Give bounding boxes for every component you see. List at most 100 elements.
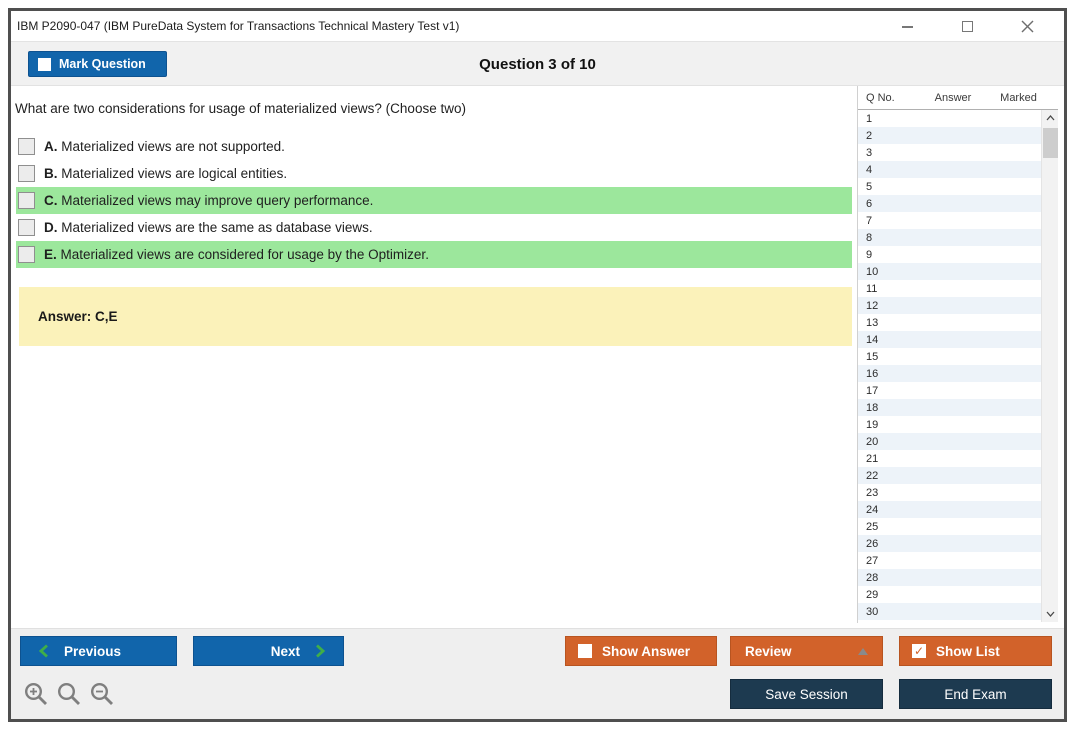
mark-question-button[interactable]: Mark Question	[28, 51, 167, 77]
question-list-row[interactable]: 4	[858, 161, 1041, 178]
zoom-out-icon[interactable]	[89, 681, 115, 707]
row-question-number: 9	[858, 249, 913, 261]
show-answer-button[interactable]: Show Answer	[565, 636, 717, 666]
question-list-body: 1234567891011121314151617181920212223242…	[858, 110, 1058, 622]
question-list-scrollbar[interactable]	[1041, 110, 1058, 622]
chevron-up-icon	[1046, 115, 1055, 121]
end-exam-button[interactable]: End Exam	[899, 679, 1052, 709]
answer-option-b[interactable]: B. Materialized views are logical entiti…	[16, 160, 852, 187]
show-answer-label: Show Answer	[602, 644, 690, 659]
save-session-label: Save Session	[765, 687, 848, 702]
row-question-number: 29	[858, 589, 913, 601]
scrollbar-thumb[interactable]	[1043, 128, 1058, 158]
question-list-row[interactable]: 16	[858, 365, 1041, 382]
row-question-number: 18	[858, 402, 913, 414]
question-list-row[interactable]: 13	[858, 314, 1041, 331]
row-question-number: 6	[858, 198, 913, 210]
column-header-answer: Answer	[913, 92, 993, 104]
question-list-row[interactable]: 8	[858, 229, 1041, 246]
answer-option-d[interactable]: D. Materialized views are the same as da…	[16, 214, 852, 241]
mark-question-checkbox[interactable]	[38, 58, 51, 71]
close-icon	[1021, 20, 1034, 33]
row-question-number: 16	[858, 368, 913, 380]
question-list-row[interactable]: 25	[858, 518, 1041, 535]
row-question-number: 10	[858, 266, 913, 278]
question-list-row[interactable]: 20	[858, 433, 1041, 450]
row-question-number: 27	[858, 555, 913, 567]
minimize-button[interactable]	[890, 14, 924, 40]
maximize-button[interactable]	[950, 14, 984, 40]
row-question-number: 30	[858, 606, 913, 618]
maximize-icon	[962, 21, 973, 32]
question-list-row[interactable]: 5	[858, 178, 1041, 195]
next-button[interactable]: Next	[193, 636, 344, 666]
row-question-number: 20	[858, 436, 913, 448]
question-list-row[interactable]: 12	[858, 297, 1041, 314]
window-controls	[882, 11, 1052, 42]
column-header-qno: Q No.	[858, 92, 913, 104]
mark-question-label: Mark Question	[59, 57, 146, 71]
option-checkbox[interactable]	[18, 165, 35, 182]
show-list-button[interactable]: ✓ Show List	[899, 636, 1052, 666]
show-list-checkbox[interactable]: ✓	[912, 644, 926, 658]
option-checkbox[interactable]	[18, 192, 35, 209]
option-checkbox[interactable]	[18, 219, 35, 236]
question-list-row[interactable]: 3	[858, 144, 1041, 161]
row-question-number: 19	[858, 419, 913, 431]
question-list-row[interactable]: 11	[858, 280, 1041, 297]
save-session-button[interactable]: Save Session	[730, 679, 883, 709]
zoom-in-icon[interactable]	[23, 681, 49, 707]
question-list-row[interactable]: 18	[858, 399, 1041, 416]
chevron-down-icon	[1046, 611, 1055, 617]
question-list-row[interactable]: 6	[858, 195, 1041, 212]
option-checkbox[interactable]	[18, 138, 35, 155]
question-list-row[interactable]: 23	[858, 484, 1041, 501]
close-button[interactable]	[1010, 14, 1044, 40]
question-list-row[interactable]: 21	[858, 450, 1041, 467]
question-list-row[interactable]: 9	[858, 246, 1041, 263]
show-list-label: Show List	[936, 644, 1000, 659]
header-strip: Question 3 of 10 Mark Question	[11, 42, 1064, 86]
question-list-row[interactable]: 22	[858, 467, 1041, 484]
column-header-marked: Marked	[993, 92, 1058, 104]
question-list-row[interactable]: 24	[858, 501, 1041, 518]
footer-bar: Previous Next Show Answer Review ✓ Show …	[11, 628, 1064, 719]
question-list-row[interactable]: 15	[858, 348, 1041, 365]
answer-option-c[interactable]: C. Materialized views may improve query …	[16, 187, 852, 214]
question-list-row[interactable]: 28	[858, 569, 1041, 586]
question-list-panel: Q No. Answer Marked 12345678910111213141…	[857, 86, 1058, 623]
option-text: A. Materialized views are not supported.	[44, 139, 285, 154]
question-list-row[interactable]: 2	[858, 127, 1041, 144]
end-exam-label: End Exam	[944, 687, 1006, 702]
question-list-row[interactable]: 19	[858, 416, 1041, 433]
minimize-icon	[902, 26, 913, 28]
question-list-row[interactable]: 27	[858, 552, 1041, 569]
question-list-row[interactable]: 17	[858, 382, 1041, 399]
review-button[interactable]: Review	[730, 636, 883, 666]
chevron-left-icon	[39, 644, 48, 658]
scroll-up-button[interactable]	[1042, 110, 1058, 126]
question-list-row[interactable]: 1	[858, 110, 1041, 127]
option-text: C. Materialized views may improve query …	[44, 193, 373, 208]
row-question-number: 7	[858, 215, 913, 227]
previous-button[interactable]: Previous	[20, 636, 177, 666]
option-checkbox[interactable]	[18, 246, 35, 263]
previous-label: Previous	[64, 644, 121, 659]
question-list-row[interactable]: 29	[858, 586, 1041, 603]
zoom-tools	[23, 681, 115, 707]
question-list-row[interactable]: 7	[858, 212, 1041, 229]
zoom-reset-icon[interactable]	[56, 681, 82, 707]
question-list-row[interactable]: 26	[858, 535, 1041, 552]
row-question-number: 12	[858, 300, 913, 312]
answer-option-e[interactable]: E. Materialized views are considered for…	[16, 241, 852, 268]
row-question-number: 15	[858, 351, 913, 363]
answer-option-a[interactable]: A. Materialized views are not supported.	[16, 133, 852, 160]
row-question-number: 11	[858, 283, 913, 295]
question-area: What are two considerations for usage of…	[11, 86, 1064, 628]
question-list-row[interactable]: 14	[858, 331, 1041, 348]
show-answer-checkbox[interactable]	[578, 644, 592, 658]
question-list-row[interactable]: 30	[858, 603, 1041, 620]
question-list-row[interactable]: 10	[858, 263, 1041, 280]
row-question-number: 28	[858, 572, 913, 584]
scroll-down-button[interactable]	[1042, 606, 1058, 622]
